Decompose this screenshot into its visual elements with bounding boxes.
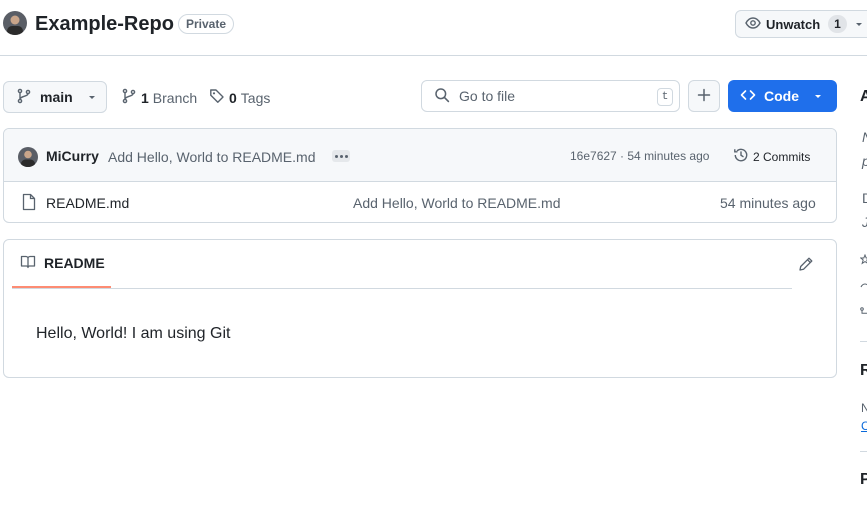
commits-label: 2 Commits: [753, 149, 811, 164]
about-item: D: [862, 190, 867, 206]
author-avatar[interactable]: [18, 147, 38, 167]
book-icon: [20, 254, 36, 273]
commit-author[interactable]: MiCurry: [46, 148, 99, 164]
visibility-badge: Private: [178, 14, 235, 34]
repo-name[interactable]: Example-Repo: [35, 12, 174, 36]
readme-panel: README Hello, World! I am using Git: [3, 239, 837, 378]
file-icon: [21, 193, 37, 214]
code-label: Code: [764, 88, 799, 104]
branches-link[interactable]: 1 Branch: [121, 88, 197, 107]
file-commit-time: 54 minutes ago: [720, 195, 816, 211]
star-icon[interactable]: [859, 253, 867, 265]
releases-note: N: [861, 401, 867, 415]
tag-icon: [209, 88, 225, 107]
releases-link[interactable]: C: [861, 419, 867, 433]
divider: [860, 341, 867, 342]
about-description-line: p: [862, 153, 867, 169]
file-commit-message[interactable]: Add Hello, World to README.md: [353, 195, 560, 211]
branches-count: 1: [141, 89, 149, 106]
eye-icon[interactable]: [860, 280, 867, 290]
about-description-line: N: [862, 129, 867, 145]
plus-icon: [696, 87, 712, 106]
search-icon: [434, 87, 450, 106]
caret-down-icon: [87, 89, 97, 105]
commit-message[interactable]: Add Hello, World to README.md: [108, 149, 315, 165]
tags-link[interactable]: 0 Tags: [209, 88, 270, 107]
go-to-file-placeholder: Go to file: [459, 88, 516, 104]
file-browser: MiCurry Add Hello, World to README.md 16…: [3, 128, 837, 223]
history-icon: [733, 147, 749, 166]
readme-tab-label: README: [44, 255, 105, 271]
watcher-count: 1: [828, 15, 847, 33]
git-branch-icon: [16, 88, 32, 107]
about-heading: A: [860, 88, 867, 105]
file-name[interactable]: README.md: [46, 195, 129, 211]
unwatch-button[interactable]: Unwatch 1: [735, 10, 867, 38]
branches-label: Branch: [152, 89, 198, 106]
branch-name: main: [40, 89, 73, 105]
tab-readme[interactable]: README: [12, 240, 111, 288]
go-to-file-input[interactable]: Go to file t: [421, 80, 680, 112]
caret-down-icon: [854, 17, 864, 32]
keyboard-shortcut-hint: t: [657, 88, 673, 106]
caret-down-icon: [813, 88, 823, 104]
branch-selector[interactable]: main: [3, 81, 107, 113]
tags-label: Tags: [240, 89, 271, 106]
pencil-icon[interactable]: [798, 256, 814, 275]
file-row[interactable]: README.md Add Hello, World to README.md …: [4, 182, 836, 222]
latest-commit-bar: MiCurry Add Hello, World to README.md 16…: [4, 129, 836, 182]
divider: [12, 288, 792, 289]
add-file-button[interactable]: [688, 80, 720, 112]
git-branch-icon: [121, 88, 137, 107]
owner-avatar[interactable]: [3, 11, 27, 35]
eye-icon: [745, 15, 761, 34]
ellipsis-icon[interactable]: [332, 150, 350, 162]
readme-content: Hello, World! I am using Git: [36, 325, 231, 342]
commit-sha-time[interactable]: 16e7627 · 54 minutes ago: [570, 149, 709, 163]
commits-link[interactable]: 2 Commits: [733, 147, 810, 166]
repo-header: Example-Repo Private Unwatch 1: [0, 0, 867, 56]
tags-count: 0: [229, 89, 237, 106]
code-icon: [740, 87, 756, 106]
divider: [860, 451, 867, 452]
fork-icon[interactable]: [860, 306, 867, 316]
unwatch-label: Unwatch: [766, 16, 821, 32]
code-button[interactable]: Code: [728, 80, 837, 112]
packages-heading: P: [860, 471, 867, 488]
releases-heading: R: [860, 362, 867, 379]
about-item: J: [862, 214, 867, 230]
